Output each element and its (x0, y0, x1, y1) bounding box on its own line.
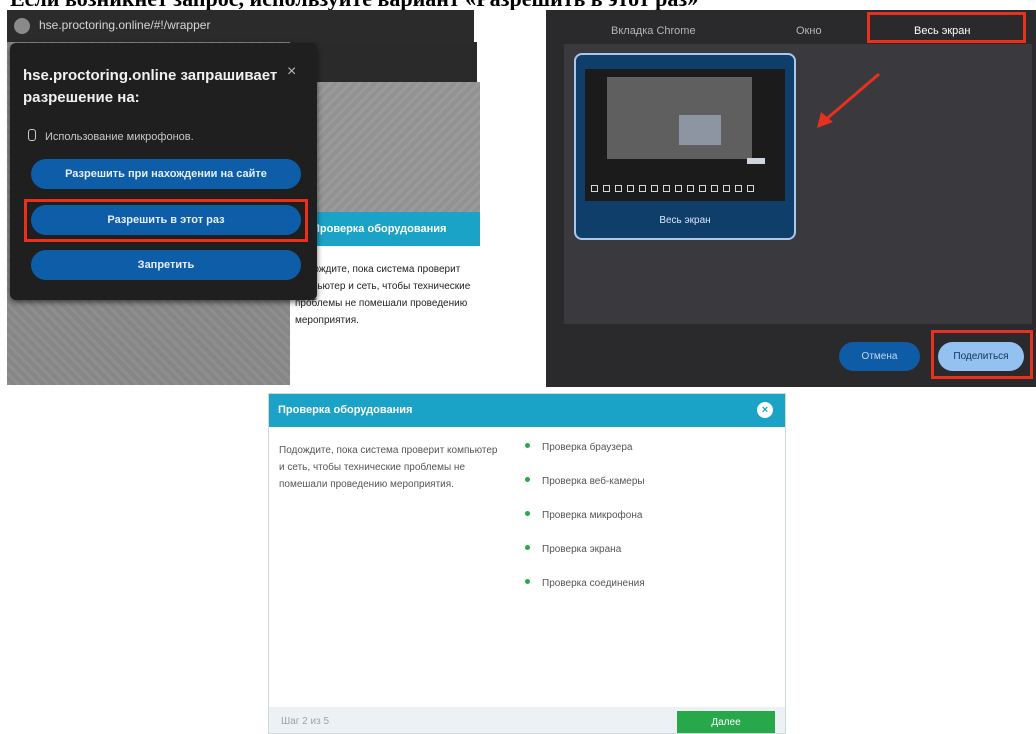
close-icon[interactable]: × (287, 63, 296, 81)
check-label: Проверка браузера (542, 442, 633, 453)
check-list: Проверка браузера Проверка веб-камеры Пр… (525, 442, 645, 612)
status-dot-icon (525, 545, 530, 550)
check-label: Проверка веб-камеры (542, 476, 645, 487)
next-button[interactable]: Далее (677, 711, 775, 733)
dialog-header: Проверка оборудования × (269, 394, 785, 427)
dialog-footer: Шаг 2 из 5 Далее (269, 707, 785, 733)
site-info-icon[interactable] (14, 18, 30, 34)
taskbar-icon (711, 185, 718, 192)
page-background-right (290, 82, 480, 222)
tab-chrome[interactable]: Вкладка Chrome (611, 25, 696, 37)
highlight-frame (931, 330, 1033, 379)
permission-item: Использование микрофонов. (28, 129, 194, 143)
taskbar-icon (591, 185, 598, 192)
taskbar-icon (699, 185, 706, 192)
taskbar-icon (603, 185, 610, 192)
list-item: Проверка браузера (525, 442, 645, 476)
screen-thumbnail[interactable]: Весь экран (574, 53, 796, 240)
top-heading-strip: Если возникнет запрос, используйте вариа… (0, 0, 1036, 10)
deny-button[interactable]: Запретить (31, 250, 301, 280)
permission-title: hse.proctoring.online запрашивает разреш… (23, 67, 278, 106)
status-dot-icon (525, 477, 530, 482)
status-dot-icon (525, 443, 530, 448)
red-arrow-icon (817, 72, 880, 128)
taskbar-icon (627, 185, 634, 192)
cancel-button[interactable]: Отмена (839, 342, 920, 371)
background-modal-text: Подождите, пока система проверит компьют… (295, 264, 471, 326)
list-item: Проверка веб-камеры (525, 476, 645, 510)
status-dot-icon (525, 511, 530, 516)
permission-item-label: Использование микрофонов. (45, 131, 194, 143)
status-dot-icon (525, 579, 530, 584)
address-bar: hse.proctoring.online/#!/wrapper (7, 10, 474, 42)
highlight-frame (24, 199, 308, 242)
dialog-title: Проверка оборудования (278, 404, 413, 416)
close-icon[interactable]: × (757, 402, 773, 418)
preview-window (607, 77, 765, 164)
top-heading: Если возникнет запрос, используйте вариа… (10, 0, 698, 10)
background-modal-title: Проверка оборудования (290, 212, 480, 246)
preview-taskbar (585, 183, 785, 194)
browser-permission-panel: hse.proctoring.online/#!/wrapper Проверк… (7, 10, 487, 385)
preview-dialog (679, 115, 721, 145)
taskbar-icon (663, 185, 670, 192)
step-indicator: Шаг 2 из 5 (281, 716, 330, 727)
taskbar-icon (747, 185, 754, 192)
allow-while-visiting-button[interactable]: Разрешить при нахождении на сайте (31, 159, 301, 189)
taskbar-icon (651, 185, 658, 192)
share-screen-panel: Вкладка Chrome Окно Весь экран Весь экра… (546, 10, 1036, 387)
list-item: Проверка соединения (525, 578, 645, 612)
check-label: Проверка микрофона (542, 510, 643, 521)
permission-popup: hse.proctoring.online запрашивает разреш… (10, 43, 317, 300)
preview-button (747, 158, 765, 164)
highlight-frame (867, 12, 1026, 43)
check-label: Проверка экрана (542, 544, 622, 555)
taskbar-icon (615, 185, 622, 192)
check-label: Проверка соединения (542, 578, 645, 589)
url-text[interactable]: hse.proctoring.online/#!/wrapper (39, 18, 210, 32)
microphone-icon (28, 129, 36, 141)
equipment-check-dialog: Проверка оборудования × Подождите, пока … (268, 393, 786, 734)
taskbar-icon (723, 185, 730, 192)
list-item: Проверка микрофона (525, 510, 645, 544)
taskbar-icon (639, 185, 646, 192)
dark-strip (290, 42, 477, 82)
taskbar-icon (735, 185, 742, 192)
taskbar-icon (675, 185, 682, 192)
thumbnail-label: Весь экран (659, 215, 711, 226)
dialog-description: Подождите, пока система проверит компьют… (279, 445, 498, 490)
screen-preview (585, 69, 785, 201)
taskbar-icon (687, 185, 694, 192)
tab-window[interactable]: Окно (796, 25, 822, 37)
list-item: Проверка экрана (525, 544, 645, 578)
